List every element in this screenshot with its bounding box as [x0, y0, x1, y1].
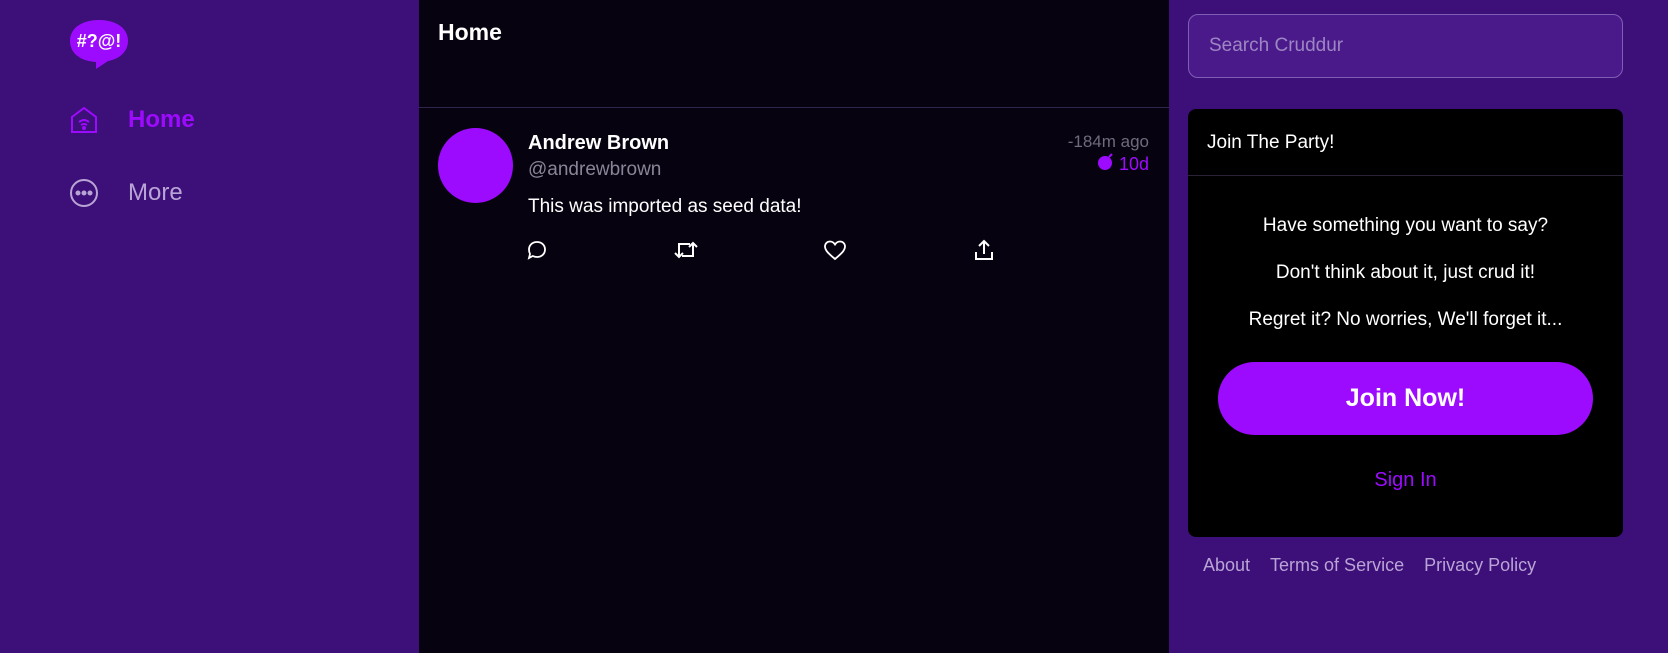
nav-item-more[interactable]: More — [68, 177, 183, 209]
terms-link[interactable]: Terms of Service — [1270, 555, 1404, 576]
join-text-1: Have something you want to say? — [1262, 215, 1549, 236]
reply-button[interactable] — [523, 238, 551, 266]
crud-display-name[interactable]: Andrew Brown — [528, 132, 669, 155]
crud-message: This was imported as seed data! — [528, 196, 802, 217]
divider — [1188, 175, 1623, 176]
privacy-link[interactable]: Privacy Policy — [1424, 555, 1536, 576]
join-text-3: Regret it? No worries, We'll forget it..… — [1248, 309, 1563, 330]
crud-created-time: -184m ago — [1067, 132, 1149, 151]
join-panel: Join The Party! Have something you want … — [1188, 109, 1623, 537]
crud-item[interactable]: Andrew Brown @andrewbrown -184m ago 10d … — [419, 108, 1169, 288]
join-text-2: Don't think about it, just crud it! — [1275, 262, 1536, 283]
left-nav: #?@! Home More — [0, 0, 419, 653]
nav-item-home[interactable]: Home — [68, 104, 195, 136]
feed-header: Home — [419, 0, 1169, 108]
join-title: Join The Party! — [1207, 132, 1335, 153]
nav-item-home-label: Home — [128, 106, 195, 133]
like-button[interactable] — [821, 238, 849, 266]
join-now-button[interactable]: Join Now! — [1218, 362, 1593, 435]
app-logo[interactable]: #?@! — [68, 18, 130, 70]
avatar[interactable] — [438, 128, 513, 203]
repost-button[interactable] — [672, 238, 700, 266]
svg-text:#?@!: #?@! — [77, 31, 122, 51]
share-button[interactable] — [970, 238, 998, 266]
share-icon — [973, 238, 995, 267]
nav-item-more-label: More — [128, 179, 183, 206]
about-link[interactable]: About — [1203, 555, 1250, 576]
feed: Home Andrew Brown @andrewbrown -184m ago… — [419, 0, 1169, 653]
footer-links: About Terms of Service Privacy Policy — [1203, 555, 1536, 576]
search-input[interactable] — [1188, 14, 1623, 78]
crud-actions — [523, 238, 1023, 268]
home-icon — [68, 104, 100, 136]
sign-in-link[interactable]: Sign In — [1188, 469, 1623, 492]
more-icon — [68, 177, 100, 209]
bomb-icon — [1097, 153, 1115, 176]
crud-expires: 10d — [1097, 153, 1149, 176]
right-column: Join The Party! Have something you want … — [1169, 0, 1668, 653]
repost-icon — [673, 239, 699, 266]
page-title: Home — [438, 19, 502, 45]
reply-icon — [526, 239, 548, 266]
like-icon — [823, 239, 847, 266]
crud-handle[interactable]: @andrewbrown — [528, 159, 661, 181]
crud-expires-label: 10d — [1118, 154, 1149, 174]
